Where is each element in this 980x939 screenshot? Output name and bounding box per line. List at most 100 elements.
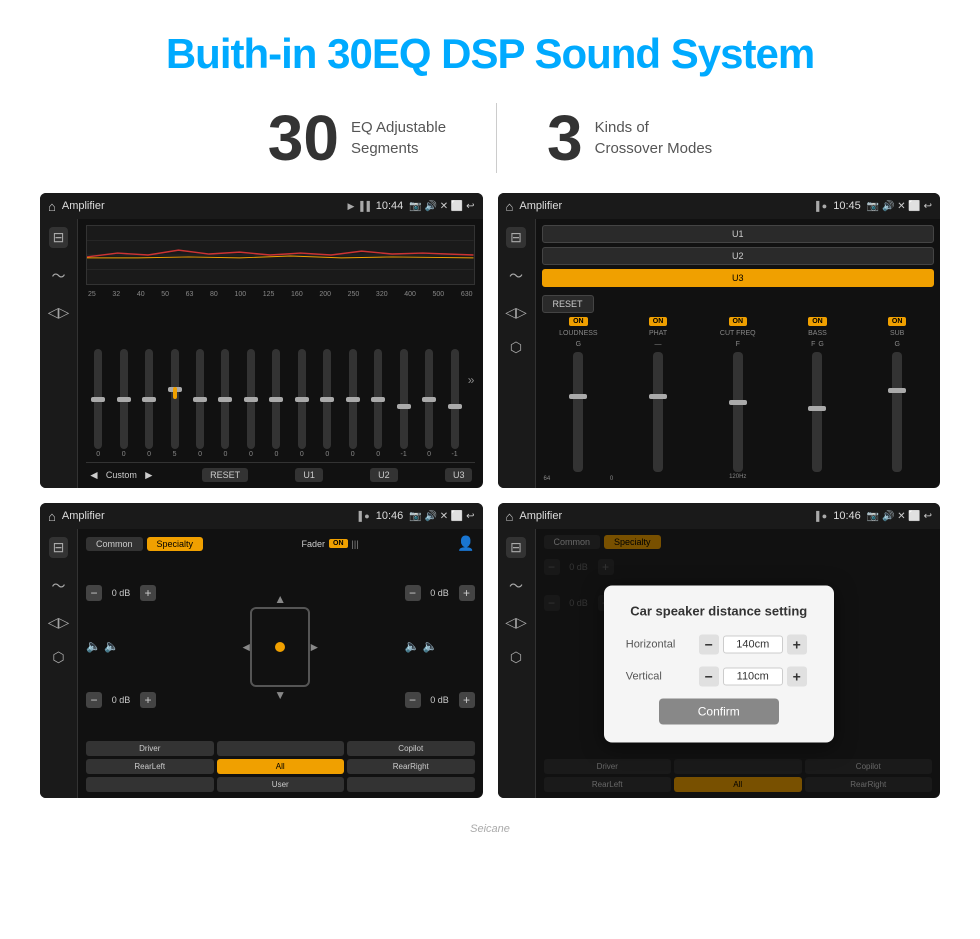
horizontal-value: 140cm xyxy=(723,635,783,653)
eq-slider-15: -1 xyxy=(442,349,466,458)
screen3-time: 10:46 xyxy=(376,510,404,522)
home-icon[interactable]: ⌂ xyxy=(48,199,56,214)
phat-slider[interactable] xyxy=(653,352,663,472)
eq-slider-5: 0 xyxy=(188,349,212,458)
fader-left2-value: 0 dB xyxy=(106,695,136,705)
screen2-body: ⊟ 〜 ◁▷ ⬡ U1 U2 U3 RESET ON LOUDNESS xyxy=(498,219,941,488)
car-outline xyxy=(250,607,310,687)
eq-reset-btn[interactable]: RESET xyxy=(202,468,248,482)
eq-prev-btn[interactable]: ◄ xyxy=(88,468,100,482)
fader-left1-minus[interactable]: − xyxy=(86,585,102,601)
cutfreq-on[interactable]: ON xyxy=(729,317,748,326)
dist-sidebar: ⊟ 〜 ◁▷ ⬡ xyxy=(498,529,536,798)
amp-u1-btn[interactable]: U1 xyxy=(542,225,935,243)
eq-icon-vol[interactable]: ◁▷ xyxy=(48,304,70,321)
screen4-body: ⊟ 〜 ◁▷ ⬡ Common Specialty − 0 dB + xyxy=(498,529,941,798)
stat-crossover: 3 Kinds of Crossover Modes xyxy=(497,106,762,170)
loudness-on[interactable]: ON xyxy=(569,317,588,326)
fader-specialty-tab[interactable]: Specialty xyxy=(147,537,204,551)
fader-right2-minus[interactable]: − xyxy=(405,692,421,708)
fader-right2-plus[interactable]: + xyxy=(459,692,475,708)
fader-on-badge[interactable]: ON xyxy=(329,539,348,548)
amp-channel-sub: ON SUB G xyxy=(860,317,934,482)
dist-icon-bt[interactable]: ⬡ xyxy=(510,649,522,666)
home-icon-4[interactable]: ⌂ xyxy=(506,509,514,524)
fader-ctrl-right2: − 0 dB + xyxy=(405,692,475,708)
phat-on[interactable]: ON xyxy=(649,317,668,326)
amp-icon-vol[interactable]: ◁▷ xyxy=(505,304,527,321)
fader-common-tab[interactable]: Common xyxy=(86,537,143,551)
amp-icon-eq[interactable]: ⊟ xyxy=(506,227,526,248)
home-icon-3[interactable]: ⌂ xyxy=(48,509,56,524)
cutfreq-slider[interactable] xyxy=(733,352,743,472)
eq-icon-eq[interactable]: ⊟ xyxy=(49,227,69,248)
fader-icon-vol[interactable]: ◁▷ xyxy=(48,614,70,631)
screen2-topbar: ⌂ Amplifier ▐ ● 10:45 📷 🔊 ✕ ⬜ ↩ xyxy=(498,193,941,219)
fader-left1-plus[interactable]: + xyxy=(140,585,156,601)
eq-next-btn[interactable]: ► xyxy=(143,468,155,482)
vertical-plus[interactable]: + xyxy=(787,666,807,686)
vertical-minus[interactable]: − xyxy=(699,666,719,686)
fader-all-btn[interactable]: All xyxy=(217,759,345,774)
fader-bottom-btns: Driver Copilot RearLeft All RearRight Us… xyxy=(86,741,475,792)
stat-crossover-number: 3 xyxy=(547,106,583,170)
sub-on[interactable]: ON xyxy=(888,317,907,326)
eq-icon-wave[interactable]: 〜 xyxy=(52,266,66,286)
eq-labels: 25 32 40 50 63 80 100 125 160 200 250 32… xyxy=(86,291,475,298)
bass-on[interactable]: ON xyxy=(808,317,827,326)
dist-icon-eq[interactable]: ⊟ xyxy=(506,537,526,558)
stat-eq: 30 EQ Adjustable Segments xyxy=(218,106,496,170)
fader-right1-minus[interactable]: − xyxy=(405,585,421,601)
amp-icon-wave[interactable]: 〜 xyxy=(509,266,523,286)
screen-fader: ⌂ Amplifier ▐ ● 10:46 📷 🔊 ✕ ⬜ ↩ ⊟ 〜 ◁▷ ⬡… xyxy=(40,503,483,798)
amp-reset-btn[interactable]: RESET xyxy=(542,295,594,313)
fader-icon-wave[interactable]: 〜 xyxy=(52,576,66,596)
eq-slider-10: 0 xyxy=(315,349,339,458)
screen4-top-icons: 📷 🔊 ✕ ⬜ ↩ xyxy=(867,511,932,522)
sub-slider[interactable] xyxy=(892,352,902,472)
fader-copilot-btn[interactable]: Copilot xyxy=(347,741,475,756)
fader-icon-bt[interactable]: ⬡ xyxy=(52,649,64,666)
loudness-slider[interactable] xyxy=(573,352,583,472)
bass-slider[interactable] xyxy=(812,352,822,472)
fader-left2-minus[interactable]: − xyxy=(86,692,102,708)
fader-ctrl-left2: − 0 dB + xyxy=(86,692,156,708)
amp-icon-bt[interactable]: ⬡ xyxy=(510,339,522,356)
fader-rearright-btn[interactable]: RearRight xyxy=(347,759,475,774)
screen2-time: 10:45 xyxy=(833,200,861,212)
screen1-icons: ▶ ▐▐ xyxy=(348,201,370,212)
fader-right1-plus[interactable]: + xyxy=(459,585,475,601)
amp-u3-btn[interactable]: U3 xyxy=(542,269,935,287)
fader-ctrl-left1: − 0 dB + xyxy=(86,585,156,601)
horizontal-plus[interactable]: + xyxy=(787,634,807,654)
horizontal-minus[interactable]: − xyxy=(699,634,719,654)
vertical-row: Vertical − 110cm + xyxy=(626,666,812,686)
fader-right-icons: 🔈 🔈 xyxy=(405,639,475,653)
eq-u2-btn[interactable]: U2 xyxy=(370,468,398,482)
dist-icon-vol[interactable]: ◁▷ xyxy=(505,614,527,631)
fader-rearleft-btn[interactable]: RearLeft xyxy=(86,759,214,774)
screen1-body: ⊟ 〜 ◁▷ xyxy=(40,219,483,488)
eq-expand-icon[interactable]: » xyxy=(468,373,475,387)
eq-u1-btn[interactable]: U1 xyxy=(295,468,323,482)
arrow-right: ► xyxy=(308,640,320,654)
amp-u2-btn[interactable]: U2 xyxy=(542,247,935,265)
fader-left2-plus[interactable]: + xyxy=(140,692,156,708)
fader-ctrl-right1: − 0 dB + xyxy=(405,585,475,601)
eq-u3-btn[interactable]: U3 xyxy=(445,468,473,482)
eq-slider-3: 0 xyxy=(137,349,161,458)
screen2-rec-icons: ▐ ● xyxy=(813,201,827,211)
screen-dist: ⌂ Amplifier ▐ ● 10:46 📷 🔊 ✕ ⬜ ↩ ⊟ 〜 ◁▷ ⬡… xyxy=(498,503,941,798)
eq-sidebar: ⊟ 〜 ◁▷ xyxy=(40,219,78,488)
dist-icon-wave[interactable]: 〜 xyxy=(509,576,523,596)
fader-driver-btn[interactable]: Driver xyxy=(86,741,214,756)
arrow-left: ◄ xyxy=(240,640,252,654)
screen4-title: Amplifier xyxy=(519,510,807,522)
fader-user-btn[interactable]: User xyxy=(217,777,345,792)
fader-right2-value: 0 dB xyxy=(425,695,455,705)
home-icon-2[interactable]: ⌂ xyxy=(506,199,514,214)
page-title: Buith-in 30EQ DSP Sound System xyxy=(20,30,960,78)
eq-slider-8: 0 xyxy=(264,349,288,458)
fader-icon-eq[interactable]: ⊟ xyxy=(49,537,69,558)
confirm-button[interactable]: Confirm xyxy=(659,698,779,724)
